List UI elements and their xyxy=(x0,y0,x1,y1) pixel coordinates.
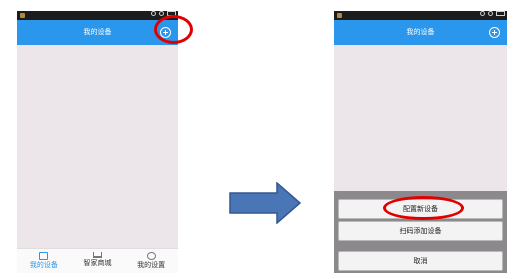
page-title: 我的设备 xyxy=(406,28,435,36)
highlight-ring-config-button xyxy=(383,196,464,220)
wifi-icon xyxy=(488,11,493,16)
status-bar xyxy=(17,11,178,20)
status-bar xyxy=(334,11,507,20)
tab-label: 智家商城 xyxy=(83,259,112,267)
highlight-ring-add-button xyxy=(154,15,193,44)
wifi-icon xyxy=(159,11,164,16)
notification-icon xyxy=(337,13,342,18)
tab-my-settings[interactable]: 我的设置 xyxy=(124,249,178,273)
device-list-area xyxy=(17,45,178,249)
notification-icon xyxy=(20,13,25,18)
scan-add-device-button[interactable]: 扫码添加设备 xyxy=(338,221,503,241)
bottom-tab-bar: 我的设备 智家商城 我的设置 xyxy=(17,248,178,273)
phone-screen-before: 我的设备 我的设备 智家商城 我的设置 xyxy=(17,11,178,273)
cancel-button[interactable]: 取消 xyxy=(338,251,503,271)
tab-smart-home-store[interactable]: 智家商城 xyxy=(71,249,125,273)
add-device-icon[interactable] xyxy=(489,27,500,38)
tab-label: 我的设置 xyxy=(137,261,166,269)
alarm-icon xyxy=(151,11,156,16)
battery-icon xyxy=(496,11,505,16)
flow-arrow-icon xyxy=(229,182,301,224)
gear-icon xyxy=(146,252,156,260)
device-icon xyxy=(39,252,49,260)
alarm-icon xyxy=(480,11,485,16)
title-bar: 我的设备 xyxy=(334,20,507,45)
phone-screen-after: 我的设备 配置新设备 扫码添加设备 取消 xyxy=(334,11,507,273)
cart-icon xyxy=(93,252,102,258)
tab-my-devices[interactable]: 我的设备 xyxy=(17,249,71,273)
tab-label: 我的设备 xyxy=(29,261,58,269)
